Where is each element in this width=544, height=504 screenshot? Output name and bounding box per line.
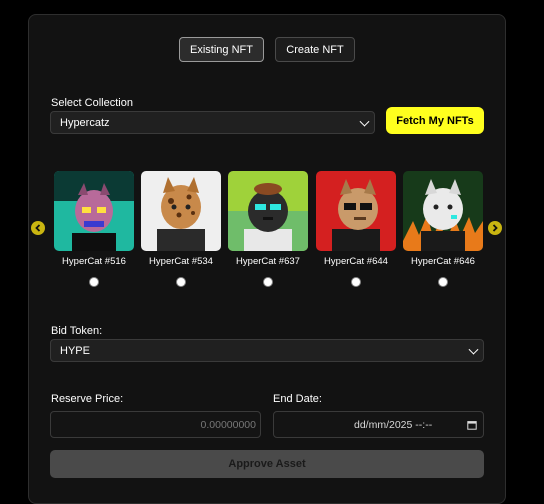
nft-card[interactable]: HyperCat #637 (228, 171, 308, 287)
nft-image (141, 171, 221, 251)
collection-select[interactable]: Hypercatz (50, 111, 375, 134)
bid-token-select[interactable]: HYPE (50, 339, 484, 362)
reserve-price-placeholder: 0.00000000 (200, 419, 256, 431)
nft-radio[interactable] (176, 277, 186, 287)
nft-card[interactable]: HyperCat #644 (316, 171, 396, 287)
nft-name: HyperCat #637 (236, 256, 300, 267)
nft-name: HyperCat #516 (62, 256, 126, 267)
carousel-next-button[interactable] (488, 221, 502, 235)
existing-nft-tab[interactable]: Existing NFT (179, 37, 264, 62)
nft-name: HyperCat #646 (411, 256, 475, 267)
chevron-left-icon (35, 224, 41, 232)
nft-image (228, 171, 308, 251)
end-date-label: End Date: (273, 393, 322, 405)
nft-radio[interactable] (89, 277, 99, 287)
nft-image (316, 171, 396, 251)
reserve-price-input[interactable]: 0.00000000 (50, 411, 261, 438)
end-date-input[interactable]: dd/mm/2025 --:-- (273, 411, 484, 438)
carousel-prev-button[interactable] (31, 221, 45, 235)
nft-radio[interactable] (263, 277, 273, 287)
chevron-down-icon (468, 344, 479, 355)
approve-asset-button[interactable]: Approve Asset (50, 450, 484, 478)
chevron-down-icon (359, 116, 370, 127)
nft-card[interactable]: HyperCat #646 (403, 171, 483, 287)
nft-radio[interactable] (351, 277, 361, 287)
fetch-nfts-button[interactable]: Fetch My NFTs (386, 107, 484, 134)
chevron-right-icon (492, 224, 498, 232)
collection-label: Select Collection (51, 97, 133, 109)
nft-name: HyperCat #534 (149, 256, 213, 267)
nft-name: HyperCat #644 (324, 256, 388, 267)
nft-card[interactable]: HyperCat #516 (54, 171, 134, 287)
end-date-value: dd/mm/2025 --:-- (354, 419, 433, 431)
nft-image (403, 171, 483, 251)
reserve-price-label: Reserve Price: (51, 393, 124, 405)
collection-select-value: Hypercatz (60, 116, 110, 129)
nft-image (54, 171, 134, 251)
create-nft-tab[interactable]: Create NFT (275, 37, 355, 62)
nft-card[interactable]: HyperCat #534 (141, 171, 221, 287)
bid-token-select-value: HYPE (60, 344, 90, 357)
bid-token-label: Bid Token: (51, 325, 103, 337)
calendar-icon[interactable] (467, 420, 477, 430)
nft-radio[interactable] (438, 277, 448, 287)
